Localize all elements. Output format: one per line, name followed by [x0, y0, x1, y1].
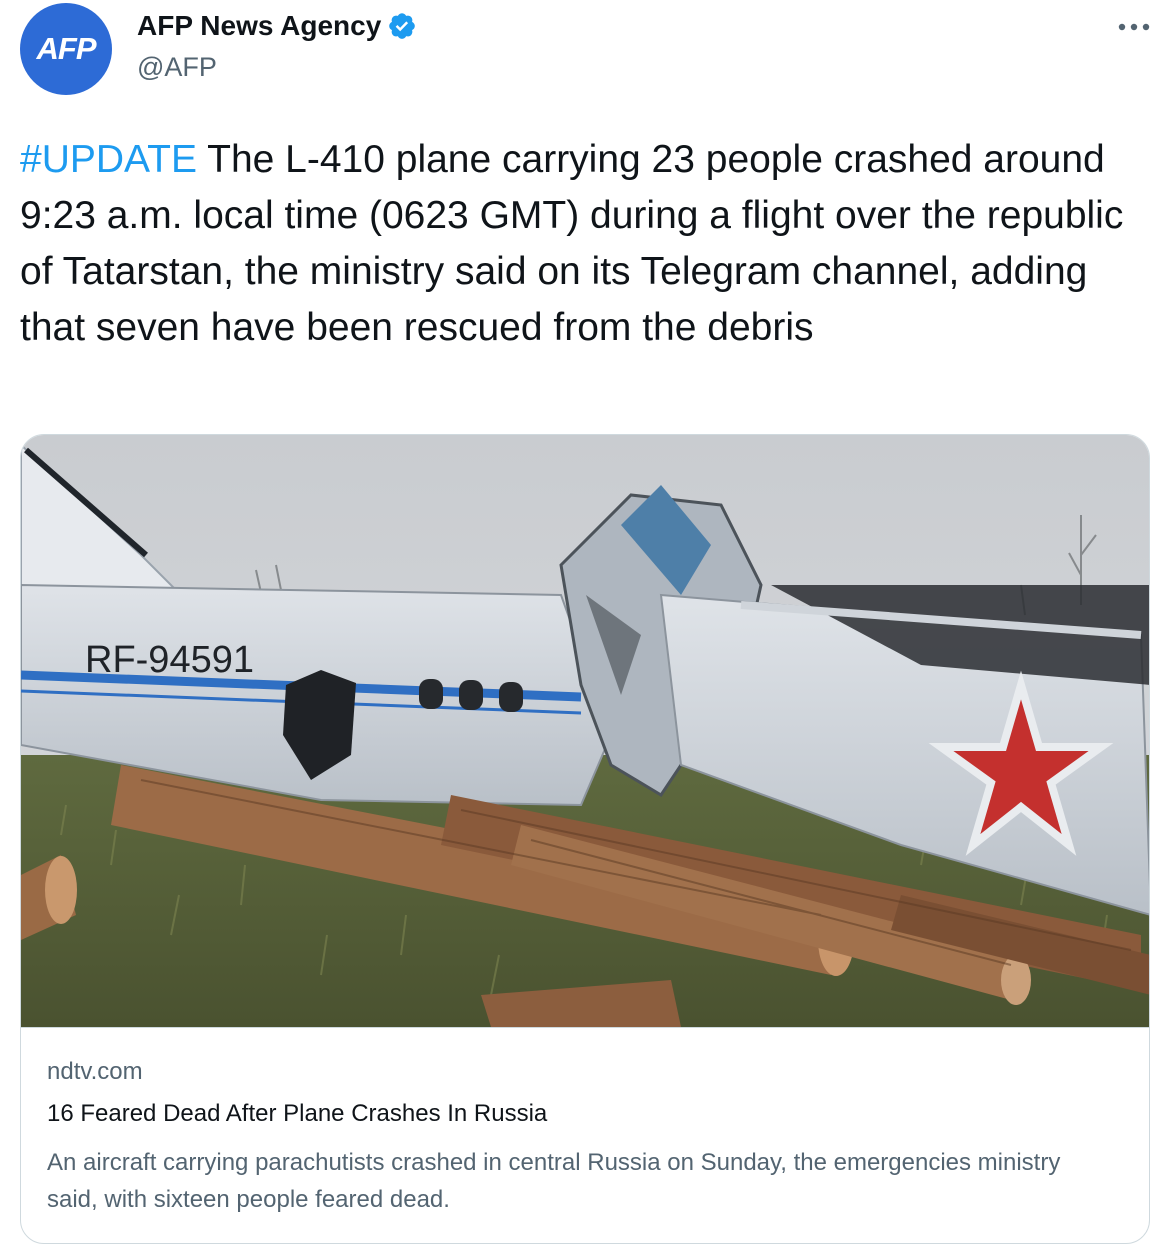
verified-badge-icon: [389, 13, 416, 39]
card-domain: ndtv.com: [47, 1058, 143, 1085]
more-horizontal-icon: [1118, 23, 1150, 31]
card-description: An aircraft carrying parachutists crashe…: [47, 1149, 1061, 1213]
hashtag-link[interactable]: #UPDATE: [20, 138, 197, 181]
avatar[interactable]: AFP: [20, 3, 112, 95]
card-image: RF-94591: [21, 435, 1149, 1027]
author-row: AFP News Agency: [137, 10, 417, 42]
handle[interactable]: @AFP: [137, 52, 217, 83]
tweet-text: #UPDATE The L-410 plane carrying 23 peop…: [20, 132, 1155, 356]
link-card[interactable]: RF-94591 ndtv.com 16 Feared Dead After P…: [20, 434, 1150, 1244]
card-title: 16 Feared Dead After Plane Crashes In Ru…: [47, 1100, 548, 1127]
card-image-registration: RF-94591: [85, 639, 254, 681]
avatar-logo-text: AFP: [36, 31, 97, 66]
more-options-button[interactable]: [1111, 12, 1157, 42]
display-name[interactable]: AFP News Agency: [137, 10, 381, 42]
tweet: AFP AFP News Agency @AFP #UPDATE The L-4…: [0, 0, 1172, 1258]
card-meta: ndtv.com 16 Feared Dead After Plane Cras…: [21, 1027, 1149, 1243]
